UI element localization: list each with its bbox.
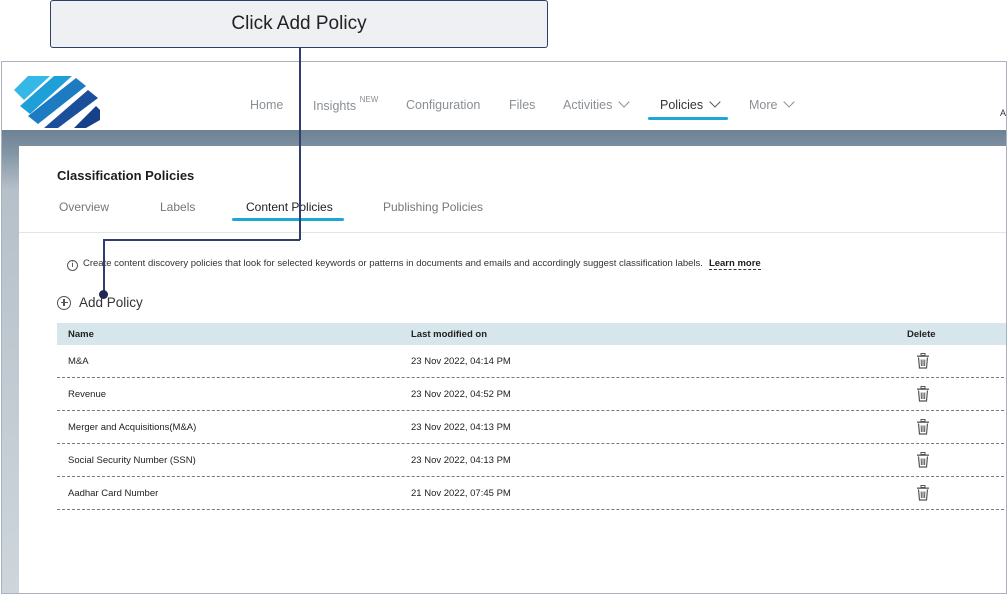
chevron-down-icon: [618, 96, 630, 108]
trash-icon[interactable]: [916, 485, 930, 501]
info-icon: i: [67, 260, 78, 271]
column-header-delete: Delete: [907, 328, 936, 340]
table-row[interactable]: Social Security Number (SSN) 23 Nov 2022…: [57, 444, 1006, 477]
new-badge: NEW: [359, 95, 379, 104]
column-header-modified[interactable]: Last modified on: [411, 329, 487, 340]
top-navigation: Home Insights NEW Configuration Files Ac…: [2, 62, 1006, 130]
tab-overview[interactable]: Overview: [59, 200, 109, 214]
callout-leader-vertical: [299, 48, 301, 240]
trash-icon[interactable]: [916, 353, 930, 369]
callout-pointer-dot: [99, 290, 108, 299]
policy-name[interactable]: Aadhar Card Number: [68, 488, 158, 499]
nav-policies-label: Policies: [660, 98, 704, 112]
policies-table: Name Last modified on Delete M&A 23 Nov …: [57, 323, 1006, 510]
policy-name[interactable]: Merger and Acquisitions(M&A): [68, 422, 196, 433]
table-row[interactable]: Aadhar Card Number 21 Nov 2022, 07:45 PM: [57, 477, 1006, 510]
page-title: Classification Policies: [57, 168, 195, 183]
plus-circle-icon: [57, 295, 71, 310]
learn-more-link[interactable]: Learn more: [708, 258, 761, 270]
table-row[interactable]: M&A 23 Nov 2022, 04:14 PM: [57, 345, 1006, 378]
policy-modified: 21 Nov 2022, 07:45 PM: [411, 487, 511, 499]
nav-more-label: More: [749, 98, 778, 112]
policy-modified: 23 Nov 2022, 04:13 PM: [411, 454, 511, 466]
nav-policies[interactable]: Policies: [660, 96, 721, 112]
add-policy-label: Add Policy: [79, 295, 143, 310]
chevron-down-icon: [709, 96, 721, 108]
nav-configuration[interactable]: Configuration: [406, 98, 480, 112]
nav-activities[interactable]: Activities: [563, 96, 630, 112]
nav-more[interactable]: More: [749, 96, 796, 112]
tab-labels[interactable]: Labels: [160, 200, 195, 214]
info-message: i Create content discovery policies that …: [67, 258, 761, 271]
trash-icon[interactable]: [916, 452, 930, 468]
table-row[interactable]: Merger and Acquisitions(M&A) 23 Nov 2022…: [57, 411, 1006, 444]
info-text: Create content discovery policies that l…: [83, 258, 703, 269]
nav-configuration-label: Configuration: [406, 98, 481, 112]
chevron-down-icon: [783, 96, 796, 108]
nav-files[interactable]: Files: [509, 98, 535, 112]
tab-active-indicator: [232, 218, 344, 221]
trash-icon[interactable]: [916, 419, 930, 435]
policy-modified: 23 Nov 2022, 04:14 PM: [411, 355, 511, 367]
app-window: Home Insights NEW Configuration Files Ac…: [1, 61, 1007, 594]
nav-activities-label: Activities: [563, 98, 613, 112]
brand-logo: [14, 76, 100, 128]
nav-active-indicator: [648, 117, 728, 120]
callout-leader-drop: [103, 239, 105, 294]
instruction-callout: Click Add Policy: [50, 0, 548, 48]
nav-home[interactable]: Home: [250, 98, 283, 112]
table-header: Name Last modified on Delete: [57, 323, 1006, 345]
tab-content-policies[interactable]: Content Policies: [246, 200, 333, 214]
instruction-text: Click Add Policy: [231, 13, 367, 34]
policy-name[interactable]: Revenue: [68, 389, 106, 400]
nav-edge-text: A: [1000, 108, 1007, 118]
nav-home-label: Home: [250, 98, 284, 112]
content-panel: Classification Policies Overview Labels …: [19, 146, 1006, 593]
policy-name[interactable]: Social Security Number (SSN): [68, 455, 196, 466]
nav-insights-label: Insights: [313, 99, 357, 114]
column-header-name[interactable]: Name: [68, 329, 94, 340]
tabs-divider: [19, 232, 1006, 233]
callout-leader-horizontal: [103, 239, 300, 241]
trash-icon[interactable]: [916, 386, 930, 402]
policy-name[interactable]: M&A: [68, 356, 89, 367]
nav-insights[interactable]: Insights NEW: [313, 95, 379, 114]
policy-modified: 23 Nov 2022, 04:52 PM: [411, 388, 511, 400]
tab-publishing-policies[interactable]: Publishing Policies: [383, 200, 483, 214]
nav-files-label: Files: [509, 98, 536, 112]
table-row[interactable]: Revenue 23 Nov 2022, 04:52 PM: [57, 378, 1006, 411]
policy-modified: 23 Nov 2022, 04:13 PM: [411, 421, 511, 433]
